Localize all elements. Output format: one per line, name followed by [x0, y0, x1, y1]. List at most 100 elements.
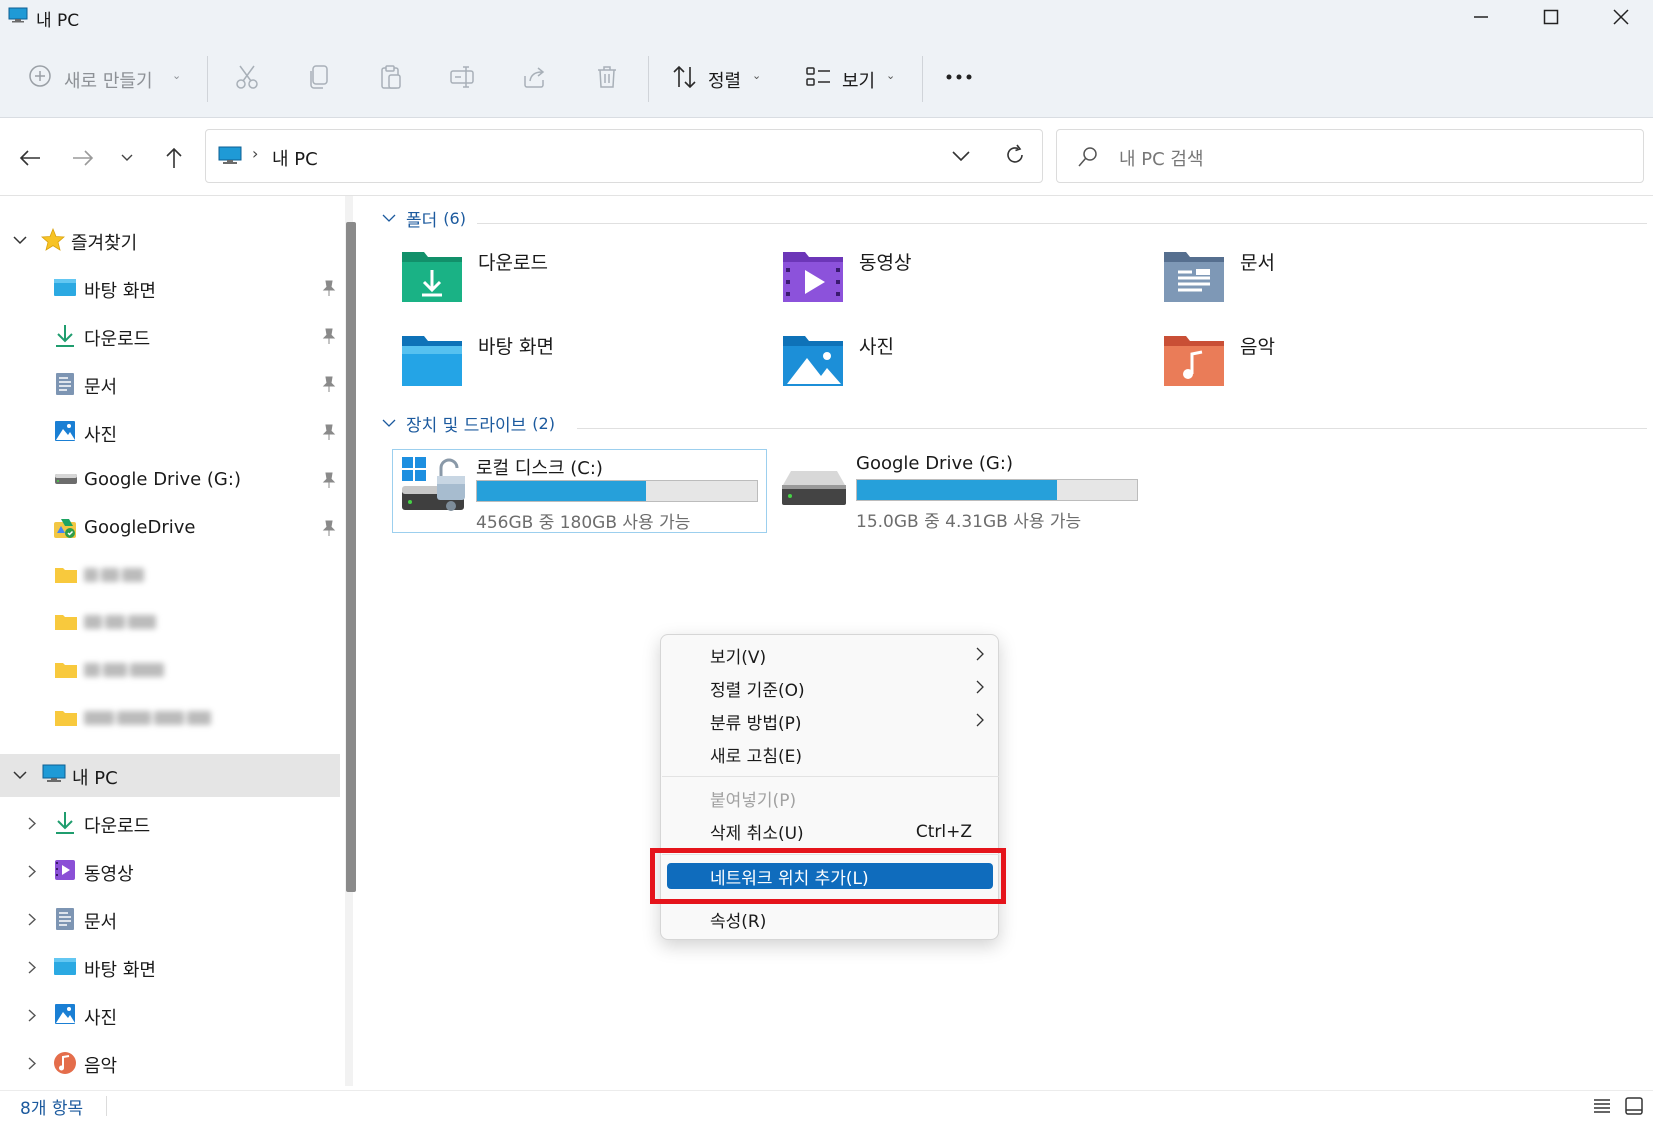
sidebar-item-google-drive-g[interactable]: Google Drive (G:)	[0, 457, 340, 503]
menu-item-properties[interactable]: 속성(R)	[661, 903, 998, 936]
forward-button[interactable]	[67, 144, 99, 172]
refresh-icon[interactable]	[1003, 143, 1027, 167]
new-label: 새로 만들기	[64, 71, 153, 92]
pictures-folder-icon	[783, 336, 843, 386]
navigation-bar: › 내 PC 내 PC 검색	[0, 118, 1653, 196]
pin-icon[interactable]	[321, 327, 337, 345]
drive-space: 456GB 중 180GB 사용 가능	[476, 513, 691, 533]
close-button[interactable]	[1586, 0, 1653, 34]
sidebar-item-pictures[interactable]: 사진	[0, 409, 340, 455]
sidebar-item-favorites[interactable]: 즐겨찾기	[0, 217, 340, 263]
chevron-right-icon	[976, 647, 984, 661]
drive-space: 15.0GB 중 4.31GB 사용 가능	[856, 512, 1082, 532]
group-divider	[577, 428, 1647, 429]
new-button[interactable]: 새로 만들기 ⌄	[26, 60, 186, 94]
cut-button[interactable]	[234, 64, 260, 90]
sidebar-item-downloads[interactable]: 다운로드	[0, 313, 340, 359]
group-header-drives[interactable]: 장치 및 드라이브 (2)	[382, 411, 555, 436]
group-header-folders[interactable]: 폴더 (6)	[382, 206, 466, 231]
chevron-right-icon[interactable]	[28, 913, 36, 926]
chevron-right-icon[interactable]	[28, 1057, 36, 1070]
sidebar-item-documents[interactable]: 문서	[0, 896, 340, 942]
sidebar-item-label: 사진	[84, 1008, 118, 1029]
recent-locations-button[interactable]	[112, 144, 142, 172]
chevron-right-icon	[976, 680, 984, 694]
pin-icon[interactable]	[321, 279, 337, 297]
search-box[interactable]: 내 PC 검색	[1056, 129, 1644, 183]
address-bar[interactable]: › 내 PC	[205, 129, 1043, 183]
sort-button[interactable]: 정렬 ⌄	[670, 60, 770, 94]
sidebar-item-desktop[interactable]: 바탕 화면	[0, 944, 340, 990]
drive-usage-fill	[477, 481, 646, 501]
pin-icon[interactable]	[321, 471, 337, 489]
sidebar-item-downloads[interactable]: 다운로드	[0, 800, 340, 846]
sidebar-item-pictures[interactable]: 사진	[0, 992, 340, 1038]
folder-icon	[55, 615, 77, 630]
drive-tile-google-g[interactable]: Google Drive (G:) 15.0GB 중 4.31GB 사용 가능	[773, 449, 1148, 533]
paste-button[interactable]	[378, 64, 404, 90]
folder-tile-videos[interactable]: 동영상	[781, 248, 911, 304]
search-placeholder: 내 PC 검색	[1119, 149, 1204, 170]
folder-tile-documents[interactable]: 문서	[1162, 248, 1275, 304]
breadcrumb-this-pc[interactable]: 내 PC	[272, 145, 318, 171]
documents-folder-icon	[1164, 252, 1224, 302]
tiles-view-icon[interactable]	[1624, 1097, 1644, 1115]
chevron-down-icon[interactable]	[13, 771, 27, 780]
group-title: 장치 및 드라이브	[406, 416, 527, 436]
details-view-icon[interactable]	[1592, 1097, 1612, 1115]
folder-tile-pictures[interactable]: 사진	[781, 332, 894, 388]
pin-icon[interactable]	[321, 375, 337, 393]
delete-icon	[598, 66, 616, 88]
drive-icon	[55, 474, 77, 484]
copy-button[interactable]	[306, 64, 332, 90]
view-button[interactable]: 보기 ⌄	[804, 60, 904, 94]
sidebar-item-music[interactable]: 음악	[0, 1040, 340, 1086]
group-divider	[477, 223, 1647, 224]
folder-tile-music[interactable]: 음악	[1162, 332, 1275, 388]
up-button[interactable]	[158, 144, 190, 172]
highlight-annotation-box	[650, 848, 1006, 904]
minimize-button[interactable]	[1446, 0, 1516, 34]
menu-item-view[interactable]: 보기(V)	[661, 639, 998, 672]
sidebar-item-documents[interactable]: 문서	[0, 361, 340, 407]
chevron-right-icon[interactable]	[28, 817, 36, 830]
menu-item-refresh[interactable]: 새로 고침(E)	[661, 738, 998, 771]
chevron-down-icon	[121, 154, 133, 161]
folder-tile-desktop[interactable]: 바탕 화면	[400, 332, 554, 388]
drive-tile-local-c[interactable]: 로컬 디스크 (C:) 456GB 중 180GB 사용 가능	[392, 449, 767, 533]
sidebar-item-desktop[interactable]: 바탕 화면	[0, 265, 340, 311]
sidebar-item-redacted-folder[interactable]	[0, 647, 340, 693]
more-options-button[interactable]	[946, 64, 972, 90]
chevron-down-icon[interactable]	[13, 236, 27, 245]
menu-item-sort-by[interactable]: 정렬 기준(O)	[661, 672, 998, 705]
chevron-right-icon[interactable]	[28, 961, 36, 974]
drive-usage-fill	[857, 480, 1057, 500]
sidebar-item-redacted-folder[interactable]	[0, 599, 340, 645]
chevron-right-icon[interactable]	[28, 1009, 36, 1022]
chevron-right-icon[interactable]	[28, 865, 36, 878]
pin-icon[interactable]	[321, 519, 337, 537]
rename-icon	[450, 66, 474, 88]
sidebar-item-videos[interactable]: 동영상	[0, 848, 340, 894]
back-button[interactable]	[14, 144, 46, 172]
sidebar-item-googledrive[interactable]: GoogleDrive	[0, 505, 340, 551]
maximize-button[interactable]	[1516, 0, 1586, 34]
share-button[interactable]	[522, 64, 548, 90]
delete-button[interactable]	[594, 64, 620, 90]
file-list[interactable]: 폴더 (6) 다운로드 동영상 문서 바탕 화면 사진 음악 장치 및 드라이브…	[365, 196, 1653, 1090]
drive-usage-bar	[476, 480, 758, 502]
menu-item-label: 보기(V)	[710, 648, 767, 668]
menu-item-group-by[interactable]: 분류 방법(P)	[661, 705, 998, 738]
sidebar-item-redacted-folder[interactable]	[0, 695, 340, 741]
pin-icon[interactable]	[321, 423, 337, 441]
address-history-chevron-icon[interactable]	[952, 150, 970, 162]
desktop-icon	[54, 279, 76, 296]
sidebar-this-pc-label: 내 PC	[72, 768, 118, 789]
folder-tile-downloads[interactable]: 다운로드	[400, 248, 548, 304]
sidebar-item-redacted-folder[interactable]	[0, 552, 340, 598]
rename-button[interactable]	[450, 64, 476, 90]
sidebar-item-label: GoogleDrive	[84, 517, 196, 538]
sidebar-item-this-pc[interactable]: 내 PC	[0, 754, 340, 797]
sidebar-scrollbar-thumb[interactable]	[346, 222, 356, 892]
menu-item-undo-delete[interactable]: 삭제 취소(U) Ctrl+Z	[661, 815, 998, 848]
